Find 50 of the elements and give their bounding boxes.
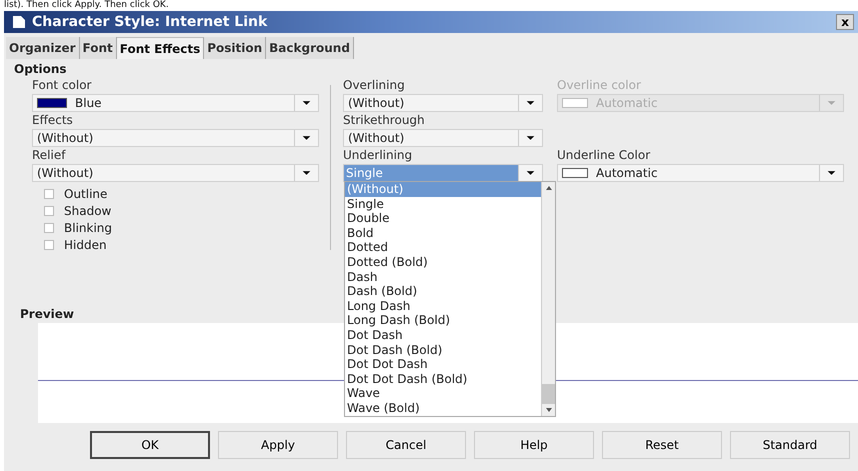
field-label: Effects [32,112,74,129]
dropdown[interactable]: Automatic [557,164,844,182]
checkbox-label: Outline [64,187,108,201]
tab[interactable]: Background [266,37,354,59]
dialog-button[interactable]: Cancel [346,431,466,459]
field-label: Font color [32,77,92,94]
checkbox[interactable] [44,223,54,233]
checkbox-label: Shadow [64,204,112,218]
tab[interactable]: Font Effects [116,37,204,59]
window-title: Character Style: Internet Link [32,14,268,30]
dropdown-value: (Without) [37,131,94,145]
dropdown[interactable]: (Without) [343,94,543,112]
dialog-button[interactable]: Reset [602,431,722,459]
dialog-button[interactable]: OK [90,431,210,459]
dialog-button[interactable]: Standard [730,431,850,459]
checkbox-label: Blinking [64,221,112,235]
dropdown-value: Automatic [596,166,658,180]
dialog-button[interactable]: Apply [218,431,338,459]
caption-text: list). Then click Apply. Then click OK. [3,0,170,11]
checkbox[interactable] [44,189,54,199]
dropdown[interactable]: (Without) [343,129,543,147]
tab[interactable]: Position [204,37,266,59]
tab[interactable]: Font [80,37,117,59]
list-option[interactable]: Single [345,196,541,212]
dropdown-value: Automatic [596,96,658,110]
field-label: Overline color [557,77,642,94]
checkbox-label: Hidden [64,238,107,252]
field-label: Overlining [343,77,406,94]
field-label: Relief [32,147,67,164]
document-icon [12,15,26,29]
field-label: Underline Color [557,147,652,164]
dropdown[interactable]: (Without) [32,164,319,182]
dialog-button[interactable]: Help [474,431,594,459]
field-label: Strikethrough [343,112,426,129]
section-heading: Preview [20,307,74,323]
field-label: Underlining [343,147,414,164]
close-button[interactable]: x [836,14,854,30]
dropdown-value: Blue [75,96,102,110]
dropdown-value: (Without) [348,96,404,110]
scroll-thumb[interactable] [542,384,555,404]
checkbox[interactable] [44,206,54,216]
tab[interactable]: Organizer [6,37,80,59]
checkbox[interactable] [44,240,54,250]
dropdown-value: Single [346,166,383,180]
scrollbar[interactable] [541,182,555,416]
dropdown[interactable]: Blue [32,94,319,112]
section-heading: Options [13,61,68,77]
dropdown-value: (Without) [348,131,404,145]
dropdown-value: (Without) [37,166,94,180]
dropdown[interactable]: (Without) [32,129,319,147]
